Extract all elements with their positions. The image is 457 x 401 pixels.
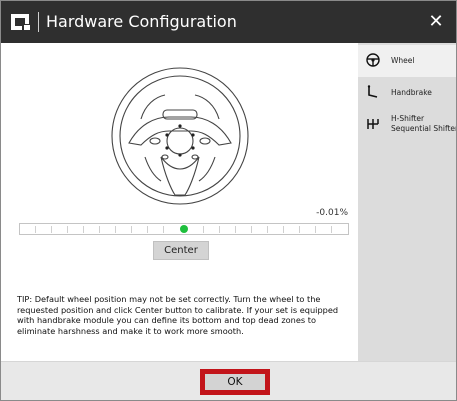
sidebar-item-handbrake[interactable]: Handbrake xyxy=(358,77,456,109)
sidebar-item-label: Handbrake xyxy=(391,88,432,97)
sidebar-item-label: Wheel xyxy=(391,56,415,65)
slider-tick xyxy=(315,226,316,233)
slider-tick xyxy=(67,226,68,233)
slider-tick xyxy=(235,226,236,233)
shifter-icon xyxy=(367,119,379,129)
tip-text: TIP: Default wheel position may not be s… xyxy=(17,294,339,336)
handbrake-icon xyxy=(367,85,378,98)
sidebar-item-label: H-Shifter Sequential Shifter xyxy=(391,114,457,133)
title-separator xyxy=(38,12,39,32)
sidebar-item-wheel[interactable]: Wheel xyxy=(358,45,456,77)
slider-tick xyxy=(283,226,284,233)
steering-wheel-icon xyxy=(366,53,380,67)
slider-tick xyxy=(163,226,164,233)
title-bar: Hardware Configuration ✕ xyxy=(1,1,456,43)
window-title: Hardware Configuration xyxy=(46,12,237,31)
slider-tick xyxy=(147,226,148,233)
slider-tick xyxy=(219,226,220,233)
slider-tick xyxy=(299,226,300,233)
hardware-configuration-window: Hardware Configuration ✕ -0.01% Center T… xyxy=(0,0,457,401)
sidebar: Wheel Handbrake H-Shifter Sequential Shi… xyxy=(358,43,456,361)
slider-tick xyxy=(251,226,252,233)
sidebar-item-shifter[interactable]: H-Shifter Sequential Shifter xyxy=(358,109,456,141)
close-button[interactable]: ✕ xyxy=(416,1,456,43)
slider-tick xyxy=(131,226,132,233)
ok-button-label: OK xyxy=(205,374,265,390)
ok-button[interactable]: OK xyxy=(200,369,270,395)
slider-tick xyxy=(35,226,36,233)
wheel-position-readout: -0.01% xyxy=(316,208,348,218)
main-panel: -0.01% Center TIP: Default wheel positio… xyxy=(1,43,358,361)
app-logo-icon xyxy=(11,14,31,31)
slider-tick xyxy=(99,226,100,233)
slider-tick xyxy=(115,226,116,233)
slider-tick xyxy=(203,226,204,233)
center-button[interactable]: Center xyxy=(153,241,209,260)
wheel-position-slider xyxy=(19,223,349,235)
slider-tick xyxy=(331,226,332,233)
slider-indicator xyxy=(180,225,188,233)
slider-tick xyxy=(83,226,84,233)
slider-tick xyxy=(267,226,268,233)
steering-wheel-image xyxy=(111,67,249,205)
slider-tick xyxy=(51,226,52,233)
